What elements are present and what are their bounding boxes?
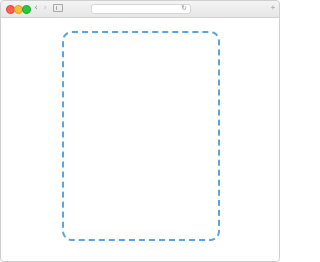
maximize-window-button[interactable]: [22, 5, 31, 14]
browser-toolbar: ‹ › ↻ +: [1, 1, 279, 18]
plus-icon[interactable]: +: [269, 4, 277, 12]
page-content: [1, 18, 279, 261]
chevron-right-icon[interactable]: ›: [40, 4, 50, 13]
browser-window: ‹ › ↻ +: [0, 0, 280, 262]
sidebar-icon[interactable]: [53, 4, 63, 12]
dashed-dropzone[interactable]: [62, 31, 220, 241]
address-bar[interactable]: ↻: [91, 4, 191, 14]
reload-icon[interactable]: ↻: [181, 4, 187, 12]
